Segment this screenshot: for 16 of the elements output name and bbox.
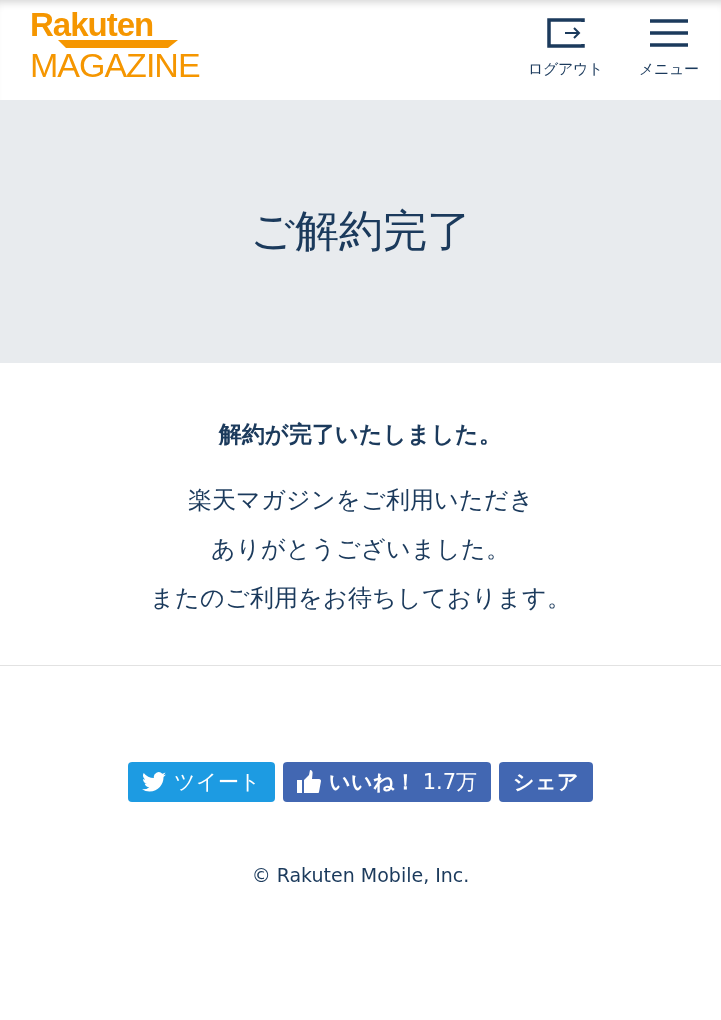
thumbs-up-icon (296, 770, 321, 794)
logout-icon (546, 18, 585, 48)
copyright-text: © Rakuten Mobile, Inc. (250, 864, 471, 886)
like-button[interactable]: いいね！ 1.7万 (282, 762, 492, 802)
message-heading: 解約が完了いたしました。 (217, 420, 503, 449)
logo-brand: Rakuten (30, 10, 155, 40)
tweet-button[interactable]: ツイート (127, 762, 275, 802)
menu-icon (650, 18, 688, 48)
page-title: ご解約完了 (250, 204, 471, 258)
menu-button[interactable]: メニュー (639, 18, 699, 79)
logo-swoosh-icon (58, 40, 178, 48)
share-button[interactable]: シェア (499, 762, 594, 802)
logout-button[interactable]: ログアウト (528, 18, 603, 79)
logo-product: MAGAZINE (30, 48, 200, 82)
bird-icon (141, 772, 166, 792)
message-text: 楽天マガジンをご利用いただき ありがとうございました。 またのご利用をお待ちしております。 (149, 485, 572, 614)
